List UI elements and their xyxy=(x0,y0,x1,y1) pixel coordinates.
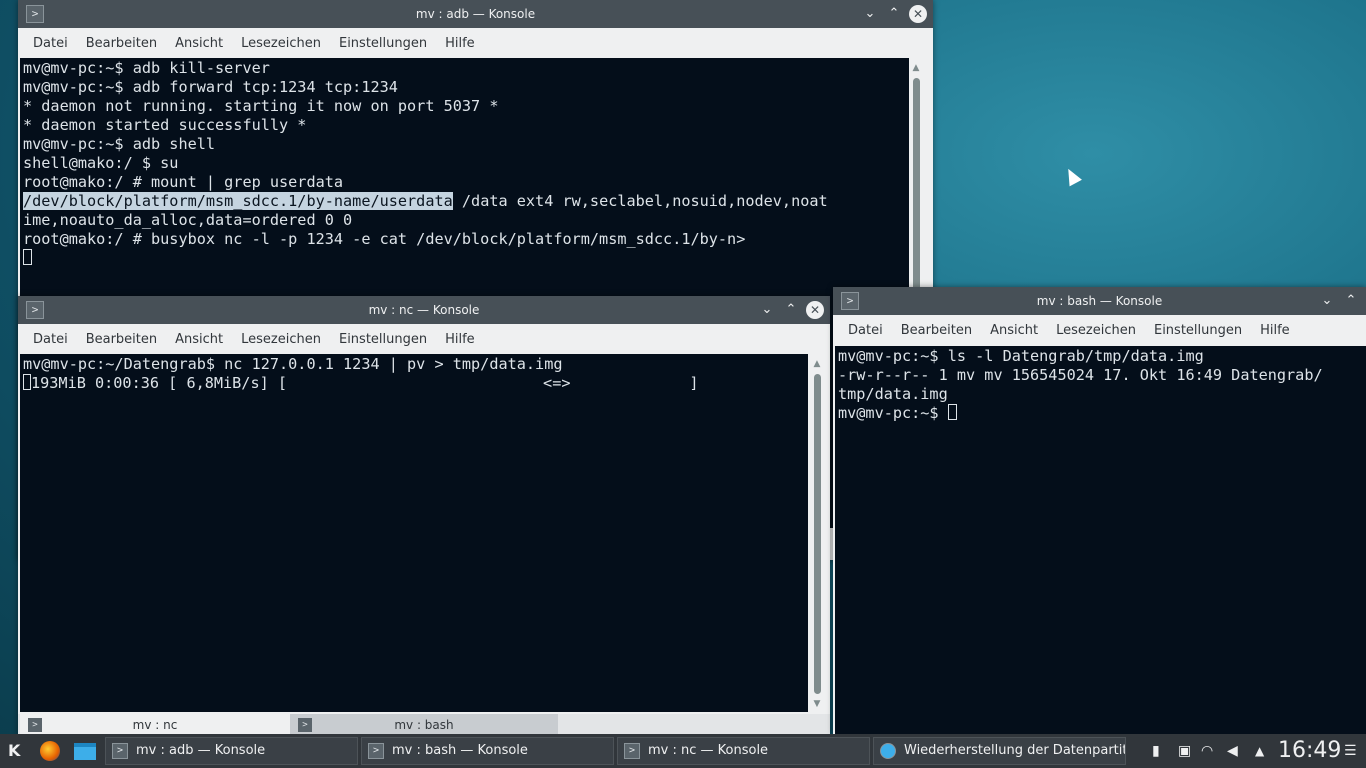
terminal-line: mv@mv-pc:~$ ls -l Datengrab/tmp/data.img xyxy=(838,347,1204,365)
task-label: mv : bash — Konsole xyxy=(392,743,528,758)
terminal-cursor-line xyxy=(23,249,909,268)
minimize-icon[interactable]: ⌄ xyxy=(861,4,879,24)
terminal-output-bash[interactable]: mv@mv-pc:~$ ls -l Datengrab/tmp/data.img… xyxy=(835,346,1366,734)
file-manager-icon[interactable] xyxy=(74,743,96,760)
menu-datei[interactable]: Datei xyxy=(839,323,892,338)
firefox-icon[interactable] xyxy=(40,741,60,761)
terminal-line: mv@mv-pc:~$ adb forward tcp:1234 tcp:123… xyxy=(23,78,398,96)
usb-icon[interactable]: ▮ xyxy=(1152,734,1160,768)
menu-datei[interactable]: Datei xyxy=(24,36,77,51)
menu-einstellungen[interactable]: Einstellungen xyxy=(330,332,436,347)
terminal-output-nc[interactable]: mv@mv-pc:~/Datengrab$ nc 127.0.0.1 1234 … xyxy=(20,354,808,712)
menu-bearbeiten[interactable]: Bearbeiten xyxy=(77,332,166,347)
tab-bar-nc: > mv : nc > mv : bash xyxy=(18,714,830,736)
terminal-line-selection: /dev/block/platform/msm_sdcc.1/by-name/u… xyxy=(23,192,909,211)
mouse-pointer-icon xyxy=(1062,165,1082,187)
device-icon[interactable]: ▣ xyxy=(1178,734,1191,768)
terminal-line: tmp/data.img xyxy=(838,385,948,403)
menu-einstellungen[interactable]: Einstellungen xyxy=(330,36,436,51)
menu-ansicht[interactable]: Ansicht xyxy=(981,323,1047,338)
menu-lesezeichen[interactable]: Lesezeichen xyxy=(1047,323,1145,338)
menu-hilfe[interactable]: Hilfe xyxy=(436,36,484,51)
terminal-line: root@mako:/ # mount | grep userdata xyxy=(23,173,344,191)
minimize-icon[interactable]: ⌄ xyxy=(1318,291,1336,311)
scroll-up-icon[interactable]: ▲ xyxy=(810,358,824,370)
window-title-bash: mv : bash — Konsole xyxy=(1036,294,1163,308)
terminal-line: root@mako:/ # busybox nc -l -p 1234 -e c… xyxy=(23,230,746,248)
konsole-window-bash: > mv : bash — Konsole ⌄ ⌃ Datei Bearbeit… xyxy=(833,287,1366,734)
task-label: mv : nc — Konsole xyxy=(648,743,769,758)
maximize-icon[interactable]: ⌃ xyxy=(885,4,903,24)
titlebar-bash[interactable]: > mv : bash — Konsole ⌄ ⌃ xyxy=(833,287,1366,315)
terminal-line: mv@mv-pc:~$ adb shell xyxy=(23,135,216,153)
terminal-line: shell@mako:/ $ su xyxy=(23,154,179,172)
tab-label: mv : bash xyxy=(394,718,454,732)
browser-icon xyxy=(880,743,896,759)
scroll-up-icon[interactable]: ▲ xyxy=(909,62,923,74)
tab-nc[interactable]: > mv : nc xyxy=(20,714,290,736)
selected-text[interactable]: /dev/block/platform/msm_sdcc.1/by-name/u… xyxy=(23,192,453,210)
konsole-window-nc: > mv : nc — Konsole ⌄ ⌃ ✕ Datei Bearbeit… xyxy=(18,296,830,736)
taskbar: K > mv : adb — Konsole > mv : bash — Kon… xyxy=(0,734,1366,768)
menu-bearbeiten[interactable]: Bearbeiten xyxy=(77,36,166,51)
maximize-icon[interactable]: ⌃ xyxy=(1342,291,1360,311)
pv-progress-text: 193MiB 0:00:36 [ 6,8MiB/s] [ <=> ] xyxy=(31,374,699,392)
menu-bearbeiten[interactable]: Bearbeiten xyxy=(892,323,981,338)
titlebar-adb[interactable]: > mv : adb — Konsole ⌄ ⌃ ✕ xyxy=(18,0,933,28)
terminal-icon: > xyxy=(298,718,312,732)
task-label: Wiederherstellung der Datenpartiti xyxy=(904,743,1126,758)
terminal-line: * daemon not running. starting it now on… xyxy=(23,97,499,115)
task-bash[interactable]: > mv : bash — Konsole xyxy=(361,737,614,765)
terminal-line: mv@mv-pc:~$ adb kill-server xyxy=(23,59,270,77)
kde-launcher-icon[interactable]: K xyxy=(8,734,20,768)
menu-lesezeichen[interactable]: Lesezeichen xyxy=(232,36,330,51)
scrollbar-thumb[interactable] xyxy=(814,374,821,694)
scroll-down-icon[interactable]: ▼ xyxy=(810,698,824,710)
terminal-prompt-line: mv@mv-pc:~$ xyxy=(838,404,1366,423)
terminal-icon: > xyxy=(112,743,128,759)
close-icon[interactable]: ✕ xyxy=(909,5,927,23)
terminal-icon: > xyxy=(624,743,640,759)
terminal-prompt: mv@mv-pc:~$ xyxy=(838,404,948,422)
volume-icon[interactable]: ◀ xyxy=(1227,734,1238,768)
menu-datei[interactable]: Datei xyxy=(24,332,77,347)
wifi-icon[interactable]: ◠ xyxy=(1201,734,1213,768)
menu-icon[interactable]: ☰ xyxy=(1344,734,1357,768)
menu-einstellungen[interactable]: Einstellungen xyxy=(1145,323,1251,338)
menu-hilfe[interactable]: Hilfe xyxy=(436,332,484,347)
task-adb[interactable]: > mv : adb — Konsole xyxy=(105,737,358,765)
task-nc[interactable]: > mv : nc — Konsole xyxy=(617,737,870,765)
tab-bash[interactable]: > mv : bash xyxy=(290,714,558,736)
terminal-line: * daemon started successfully * xyxy=(23,116,307,134)
text-cursor xyxy=(23,374,31,390)
menu-lesezeichen[interactable]: Lesezeichen xyxy=(232,332,330,347)
terminal-icon: > xyxy=(368,743,384,759)
terminal-icon: > xyxy=(28,718,42,732)
terminal-text: /data ext4 rw,seclabel,nosuid,nodev,noat xyxy=(452,192,828,210)
titlebar-nc[interactable]: > mv : nc — Konsole ⌄ ⌃ ✕ xyxy=(18,296,830,324)
tab-label: mv : nc xyxy=(132,718,178,732)
scrollbar-nc[interactable]: ▲ ▼ xyxy=(810,354,824,712)
maximize-icon[interactable]: ⌃ xyxy=(782,300,800,320)
text-cursor xyxy=(947,404,957,420)
terminal-line: mv@mv-pc:~/Datengrab$ nc 127.0.0.1 1234 … xyxy=(23,355,563,373)
menubar-bash: Datei Bearbeiten Ansicht Lesezeichen Ein… xyxy=(833,315,1366,345)
text-cursor xyxy=(23,249,32,265)
menubar-adb: Datei Bearbeiten Ansicht Lesezeichen Ein… xyxy=(18,28,933,58)
menu-hilfe[interactable]: Hilfe xyxy=(1251,323,1299,338)
task-label: mv : adb — Konsole xyxy=(136,743,266,758)
menubar-nc: Datei Bearbeiten Ansicht Lesezeichen Ein… xyxy=(18,324,830,354)
terminal-line: ime,noauto_da_alloc,data=ordered 0 0 xyxy=(23,211,353,229)
clock[interactable]: 16:49 xyxy=(1278,734,1341,768)
close-icon[interactable]: ✕ xyxy=(806,301,824,319)
terminal-line: -rw-r--r-- 1 mv mv 156545024 17. Okt 16:… xyxy=(838,366,1323,384)
minimize-icon[interactable]: ⌄ xyxy=(758,300,776,320)
task-browser[interactable]: Wiederherstellung der Datenpartiti xyxy=(873,737,1126,765)
window-title-nc: mv : nc — Konsole xyxy=(368,303,480,317)
menu-ansicht[interactable]: Ansicht xyxy=(166,332,232,347)
terminal-line-progress: 193MiB 0:00:36 [ 6,8MiB/s] [ <=> ] xyxy=(23,374,808,393)
tray-expand-icon[interactable]: ▲ xyxy=(1255,734,1264,768)
menu-ansicht[interactable]: Ansicht xyxy=(166,36,232,51)
window-title-adb: mv : adb — Konsole xyxy=(415,7,536,21)
